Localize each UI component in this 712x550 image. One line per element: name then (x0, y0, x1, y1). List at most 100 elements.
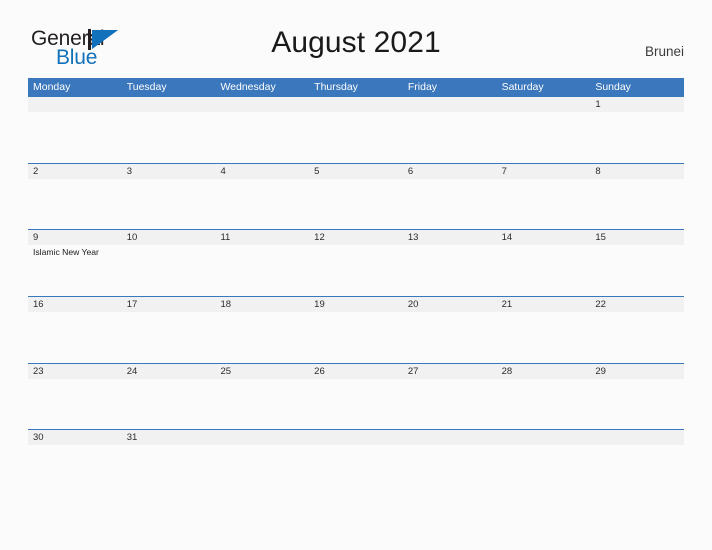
day-number: 30 (33, 432, 44, 444)
day-number: 11 (220, 232, 231, 244)
day-cell[interactable] (403, 97, 497, 163)
week-row: 1 (28, 96, 684, 163)
country-label: Brunei (644, 44, 684, 59)
day-number (408, 430, 497, 445)
day-number (314, 430, 403, 445)
day-number: 2 (33, 165, 39, 177)
day-number (314, 97, 403, 112)
day-cell[interactable]: 13 (403, 230, 497, 296)
day-number: 4 (220, 165, 226, 177)
day-cell[interactable]: 30 (28, 430, 122, 496)
day-number: 9 (33, 232, 39, 244)
day-cell[interactable]: 15 (590, 230, 684, 296)
day-cell[interactable] (309, 430, 403, 496)
day-cell[interactable] (497, 430, 591, 496)
page-header: General Blue August 2021 Brunei (0, 0, 712, 76)
day-number (220, 430, 309, 445)
day-cell[interactable]: 31 (122, 430, 216, 496)
day-number: 29 (595, 365, 606, 377)
day-cell[interactable] (215, 430, 309, 496)
day-number: 18 (220, 299, 232, 311)
page-title: August 2021 (271, 26, 441, 59)
dow-wednesday: Wednesday (220, 81, 276, 93)
day-cell[interactable]: 6 (403, 164, 497, 230)
day-number: 25 (220, 365, 232, 377)
day-number (502, 430, 591, 445)
day-cell[interactable]: 4 (215, 164, 309, 230)
day-cell[interactable]: 3 (122, 164, 216, 230)
day-cell[interactable] (403, 430, 497, 496)
day-number: 5 (314, 165, 320, 177)
day-number: 6 (407, 165, 414, 177)
day-number: 8 (595, 165, 601, 177)
week-row: 30 31 (28, 429, 684, 496)
day-cell[interactable]: 7 (497, 164, 591, 230)
day-number: 19 (314, 299, 325, 311)
dow-saturday: Saturday (501, 81, 544, 93)
day-cell[interactable]: 25 (215, 364, 309, 430)
day-cell[interactable]: 21 (497, 297, 591, 363)
day-cell[interactable]: 11 (215, 230, 309, 296)
day-cell[interactable]: 20 (403, 297, 497, 363)
day-cell[interactable]: 5 (309, 164, 403, 230)
week-row: 23 24 25 26 27 28 29 (28, 362, 684, 430)
day-cell[interactable]: 28 (497, 364, 591, 430)
day-number: 21 (501, 299, 513, 311)
day-number: 1 (595, 99, 601, 110)
day-number (220, 97, 309, 112)
day-number: 27 (407, 365, 419, 377)
day-cell[interactable]: 23 (28, 364, 122, 430)
day-number: 28 (501, 365, 513, 377)
dow-sunday: Sunday (595, 81, 631, 93)
week-row: 16 17 18 19 20 21 22 (28, 296, 684, 363)
day-number: 7 (501, 165, 507, 177)
day-number: 12 (314, 232, 325, 244)
day-cell[interactable]: 27 (403, 364, 497, 430)
day-cell[interactable] (309, 97, 403, 163)
holiday-event[interactable]: Islamic New Year (33, 247, 122, 258)
day-cell[interactable]: 14 (497, 230, 591, 296)
day-number (502, 97, 591, 112)
day-of-week-header: Monday Tuesday Wednesday Thursday Friday… (28, 78, 684, 96)
day-number (33, 97, 122, 112)
day-number (408, 97, 497, 112)
week-row: 9 Islamic New Year 10 11 12 13 14 15 (28, 229, 684, 296)
calendar-page: General Blue August 2021 Brunei Monday T… (0, 0, 712, 550)
day-number: 14 (501, 232, 513, 244)
day-cell[interactable]: 22 (590, 297, 684, 363)
day-number: 20 (407, 299, 419, 311)
day-number: 26 (314, 365, 325, 377)
dow-monday: Monday (33, 81, 71, 93)
day-cell[interactable]: 8 (590, 164, 684, 230)
day-cell[interactable]: 9 Islamic New Year (28, 230, 122, 296)
day-cell[interactable] (215, 97, 309, 163)
week-row: 2 3 4 5 6 7 8 (28, 162, 684, 230)
day-cell[interactable] (28, 97, 122, 163)
day-cell[interactable] (590, 430, 684, 496)
dow-tuesday: Tuesday (126, 81, 167, 93)
day-cell[interactable]: 26 (309, 364, 403, 430)
day-cell[interactable]: 1 (590, 97, 684, 163)
day-cell[interactable] (497, 97, 591, 163)
day-cell[interactable]: 24 (122, 364, 216, 430)
day-number: 10 (126, 232, 138, 244)
day-cell[interactable]: 12 (309, 230, 403, 296)
day-cell[interactable]: 10 (122, 230, 216, 296)
day-cell[interactable]: 16 (28, 297, 122, 363)
day-cell[interactable]: 18 (215, 297, 309, 363)
day-number: 22 (595, 299, 606, 311)
day-number: 15 (595, 232, 606, 244)
day-cell[interactable]: 17 (122, 297, 216, 363)
day-cell[interactable]: 2 (28, 164, 122, 230)
day-number: 3 (126, 165, 133, 177)
day-cell[interactable]: 19 (309, 297, 403, 363)
day-cell[interactable]: 29 (590, 364, 684, 430)
day-number: 13 (407, 232, 419, 244)
day-number (127, 97, 216, 112)
day-number: 17 (126, 299, 138, 311)
day-number: 16 (33, 299, 44, 311)
dow-thursday: Thursday (314, 81, 358, 93)
day-cell[interactable] (122, 97, 216, 163)
dow-friday: Friday (407, 81, 438, 93)
day-number: 24 (126, 365, 138, 377)
